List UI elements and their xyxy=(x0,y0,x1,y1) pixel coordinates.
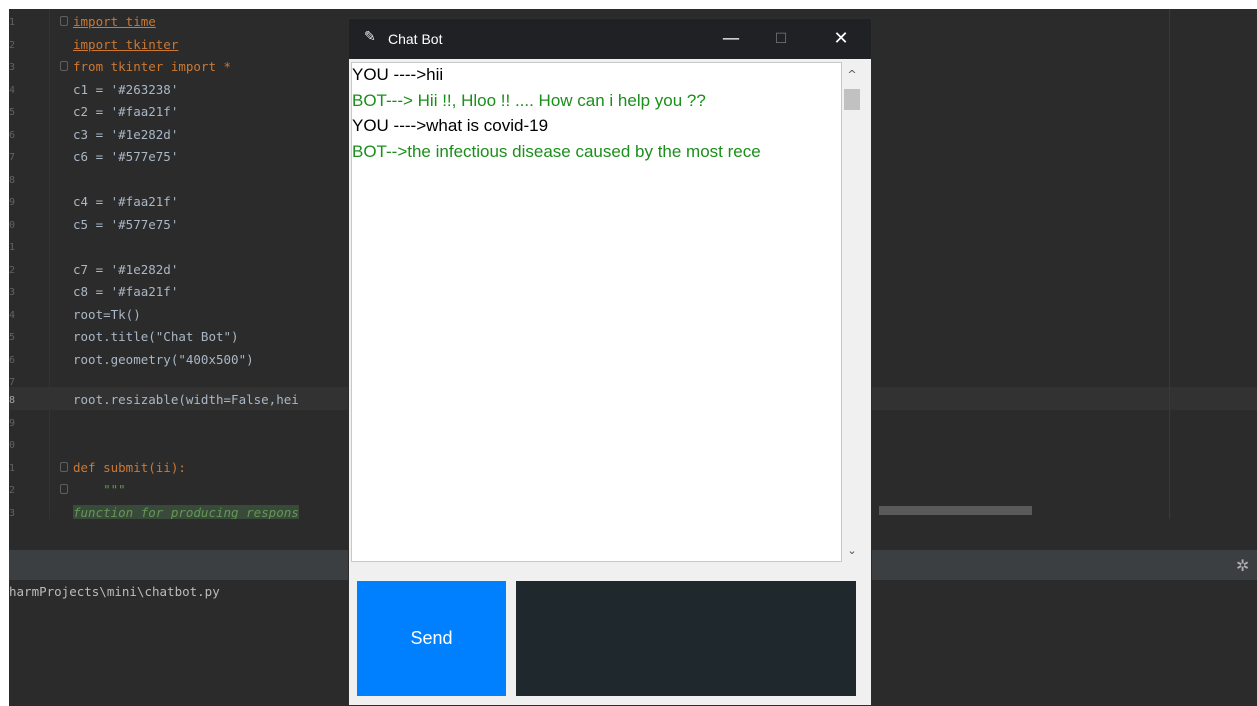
line-number: 3 xyxy=(9,287,16,298)
line-number: 5 xyxy=(9,107,16,118)
line-number: 5 xyxy=(9,332,16,343)
code-line: c8 = '#faa21f' xyxy=(73,284,179,299)
code-line: c1 = '#263238' xyxy=(73,82,179,97)
line-number: 6 xyxy=(9,355,16,366)
line-number: 2 xyxy=(9,485,16,496)
send-button[interactable]: Send xyxy=(357,581,506,696)
minimize-button[interactable]: — xyxy=(711,25,751,53)
code-line: c5 = '#577e75' xyxy=(73,217,179,232)
fold-marker-icon[interactable] xyxy=(60,462,68,472)
line-number-current: 8 xyxy=(9,395,16,406)
code-line: c6 = '#577e75' xyxy=(73,149,179,164)
maximize-button[interactable]: ☐ xyxy=(761,25,801,53)
code-line: c7 = '#1e282d' xyxy=(73,262,179,277)
line-number: 2 xyxy=(9,40,16,51)
fold-marker-icon[interactable] xyxy=(60,16,68,26)
horizontal-scrollbar[interactable] xyxy=(879,506,1032,515)
bot-message: BOT-->the infectious disease caused by t… xyxy=(352,142,761,161)
feather-icon: ✎ xyxy=(364,29,376,45)
close-button[interactable]: ✕ xyxy=(821,25,861,53)
message-input[interactable] xyxy=(516,581,856,696)
chat-log[interactable]: YOU ---->hii BOT---> Hii !!, Hloo !! ...… xyxy=(351,62,842,562)
line-number: 8 xyxy=(9,175,16,186)
fold-marker-icon[interactable] xyxy=(60,484,68,494)
line-number: 3 xyxy=(9,508,16,519)
code-line: c3 = '#1e282d' xyxy=(73,127,179,142)
line-number: 1 xyxy=(9,463,16,474)
line-number: 0 xyxy=(9,440,16,451)
code-line: function for producing respons xyxy=(73,505,299,520)
bot-message: BOT---> Hii !!, Hloo !! .... How can i h… xyxy=(352,91,706,110)
line-number: 7 xyxy=(9,377,16,388)
line-number: 9 xyxy=(9,418,16,429)
line-number: 9 xyxy=(9,197,16,208)
fold-marker-icon[interactable] xyxy=(60,61,68,71)
line-number: 4 xyxy=(9,85,16,96)
code-line: root.geometry("400x500") xyxy=(73,352,254,367)
line-number: 4 xyxy=(9,310,16,321)
chat-bot-window: ✎ Chat Bot — ☐ ✕ YOU ---->hii BOT---> Hi… xyxy=(348,18,872,706)
line-number: 6 xyxy=(9,130,16,141)
line-number: 1 xyxy=(9,242,16,253)
code-line: root=Tk() xyxy=(73,307,141,322)
line-number: 0 xyxy=(9,220,16,231)
chat-scrollbar[interactable]: ^ ⌄ xyxy=(842,62,862,562)
code-line: """ xyxy=(73,482,126,497)
scroll-down-arrow-icon[interactable]: ⌄ xyxy=(842,544,862,557)
right-margin-guide xyxy=(1169,9,1170,519)
code-line-current: root.resizable(width=False,hei xyxy=(73,392,299,407)
line-number: 3 xyxy=(9,62,16,73)
line-number: 1 xyxy=(9,17,16,28)
code-line: import time xyxy=(73,14,156,29)
user-message: YOU ---->hii xyxy=(352,65,444,84)
code-line: c4 = '#faa21f' xyxy=(73,194,179,209)
code-line: def submit(ii): xyxy=(73,460,186,475)
line-number: 2 xyxy=(9,265,16,276)
gear-icon[interactable]: ✲ xyxy=(1236,556,1249,575)
window-titlebar[interactable]: ✎ Chat Bot — ☐ ✕ xyxy=(349,19,871,59)
scroll-up-arrow-icon[interactable]: ^ xyxy=(842,68,862,81)
code-line: c2 = '#faa21f' xyxy=(73,104,179,119)
gutter-divider xyxy=(49,9,50,519)
code-line: root.title("Chat Bot") xyxy=(73,329,239,344)
code-line: import tkinter xyxy=(73,37,179,52)
code-line: from tkinter import * xyxy=(73,59,232,74)
run-output-path: harmProjects\mini\chatbot.py xyxy=(9,584,220,599)
user-message: YOU ---->what is covid-19 xyxy=(352,116,549,135)
window-title: Chat Bot xyxy=(388,31,443,47)
scrollbar-thumb[interactable] xyxy=(844,89,860,110)
line-number: 7 xyxy=(9,152,16,163)
